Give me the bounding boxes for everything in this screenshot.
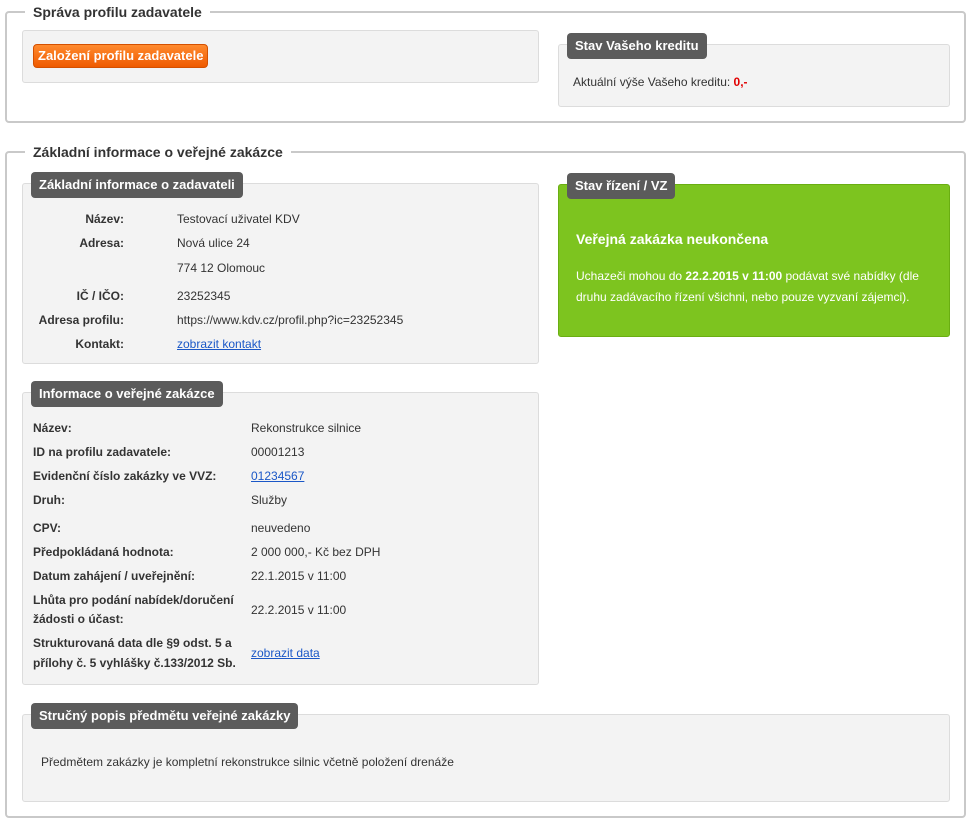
description-text: Předmětem zakázky je kompletní rekonstru… [41, 755, 454, 769]
structured-data-label-line1: Strukturovaná data dle §9 odst. 5 a [33, 636, 232, 650]
procedure-status-text: Uchazeči mohou do 22.2.2015 v 11:00 podá… [576, 266, 946, 308]
deadline-label-line1: Lhůta pro podání nabídek/doručení [33, 593, 234, 607]
deadline-label-line2: žádosti o účast: [33, 612, 124, 626]
estimated-value: 2 000 000,- Kč bez DPH [251, 545, 381, 559]
credit-panel: Stav Vašeho kreditu Aktuální výše Vašeho… [558, 33, 950, 107]
authority-name-label: Název: [85, 212, 124, 226]
contracting-authority-panel: Základní informace o zadavateli Název: T… [22, 172, 539, 364]
authority-profile-value: https://www.kdv.cz/profil.php?ic=2325234… [177, 313, 404, 327]
contract-type-label: Druh: [33, 493, 65, 507]
deadline-value: 22.2.2015 v 11:00 [251, 603, 347, 617]
authority-ic-label: IČ / IČO: [76, 289, 124, 303]
description-title: Stručný popis předmětu veřejné zakázky [31, 703, 299, 729]
authority-address-line1: Nová ulice 24 [177, 236, 250, 250]
procedure-status-title: Stav řízení / VZ [567, 173, 676, 199]
cpv-label: CPV: [33, 521, 62, 535]
credit-title: Stav Vašeho kreditu [567, 33, 707, 59]
start-date-value: 22.1.2015 v 11:00 [251, 569, 347, 583]
authority-address-label: Adresa: [79, 236, 124, 250]
authority-name-value: Testovací uživatel KDV [177, 212, 300, 226]
contract-type-value: Služby [251, 493, 288, 507]
authority-address-line2: 774 12 Olomouc [177, 261, 266, 275]
credit-value: 0,- [733, 75, 748, 89]
profile-management-legend: Správa profilu zadavatele [25, 4, 210, 20]
show-data-link[interactable]: zobrazit data [251, 646, 320, 660]
contract-name-value: Rekonstrukce silnice [251, 421, 362, 435]
credit-line: Aktuální výše Vašeho kreditu: 0,- [573, 75, 748, 89]
show-contact-link[interactable]: zobrazit kontakt [177, 337, 261, 351]
description-panel: Stručný popis předmětu veřejné zakázky P… [22, 703, 950, 802]
contract-info-panel: Informace o veřejné zakázce Název: Rekon… [22, 381, 539, 685]
evidence-number-link[interactable]: 01234567 [251, 469, 304, 483]
procedure-status-panel: Stav řízení / VZ Veřejná zakázka neukonč… [558, 173, 950, 337]
structured-data-label-line2: přílohy č. 5 vyhlášky č.133/2012 Sb. [33, 656, 236, 670]
authority-profile-label: Adresa profilu: [38, 313, 124, 327]
status-text-before: Uchazeči mohou do [576, 269, 686, 283]
profile-management-section: Správa profilu zadavatele Založení profi… [5, 4, 966, 123]
evidence-number-label: Evidenční číslo zakázky ve VVZ: [33, 469, 217, 483]
cpv-value: neuvedeno [251, 521, 311, 535]
contract-name-label: Název: [33, 421, 72, 435]
estimated-value-label: Předpokládaná hodnota: [33, 545, 174, 559]
status-text-date: 22.2.2015 v 11:00 [685, 269, 783, 283]
contract-info-title: Informace o veřejné zakázce [31, 381, 223, 407]
create-profile-panel: Založení profilu zadavatele [22, 30, 539, 83]
profile-id-value: 00001213 [251, 445, 305, 459]
basic-info-legend: Základní informace o veřejné zakázce [25, 144, 291, 160]
authority-contact-label: Kontakt: [75, 337, 124, 351]
authority-ic-value: 23252345 [177, 289, 231, 303]
profile-id-label: ID na profilu zadavatele: [33, 445, 172, 459]
create-profile-button[interactable]: Založení profilu zadavatele [33, 44, 209, 68]
contracting-authority-title: Základní informace o zadavateli [31, 172, 243, 198]
credit-label: Aktuální výše Vašeho kreditu: [573, 75, 731, 89]
basic-info-section: Základní informace o veřejné zakázce Zák… [5, 144, 966, 818]
start-date-label: Datum zahájení / uveřejnění: [33, 569, 196, 583]
procedure-status-headline: Veřejná zakázka neukončena [576, 231, 769, 247]
